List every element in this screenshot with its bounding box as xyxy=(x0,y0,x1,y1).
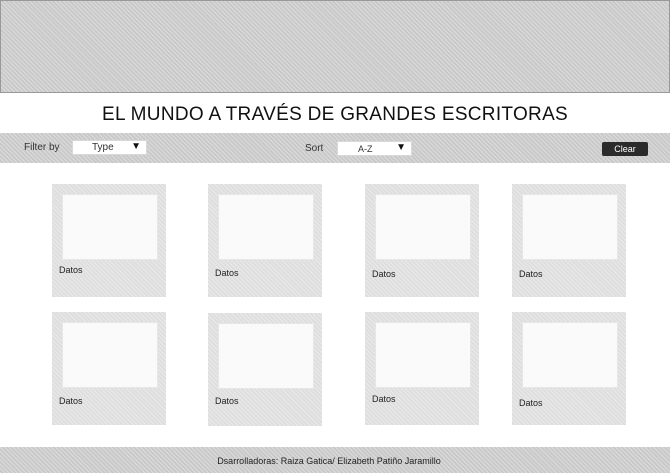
card-image xyxy=(375,322,471,388)
page-title: EL MUNDO A TRAVÉS DE GRANDES ESCRITORAS xyxy=(101,104,569,125)
footer-credits: Dsarrolladoras: Raiza Gatica/ Elizabeth … xyxy=(217,456,441,466)
card-caption: Datos xyxy=(59,396,83,406)
card[interactable]: Datos xyxy=(52,312,166,425)
card-caption: Datos xyxy=(215,396,239,406)
card[interactable]: Datos xyxy=(52,184,166,297)
card[interactable]: Datos xyxy=(208,184,322,297)
card[interactable]: Datos xyxy=(365,184,479,297)
sort-select-value: A-Z xyxy=(358,144,373,154)
card-image xyxy=(375,194,471,260)
header-banner xyxy=(0,0,670,93)
clear-button[interactable]: Clear xyxy=(602,142,648,156)
card-caption: Datos xyxy=(519,398,543,408)
filter-label: Filter by xyxy=(24,142,60,153)
card-image xyxy=(522,194,618,260)
card-caption: Datos xyxy=(372,394,396,404)
card-caption: Datos xyxy=(519,269,543,279)
triangle-down-icon: ▼ xyxy=(396,142,406,153)
filter-toolbar: Filter by Type ▼ Sort A-Z ▼ Clear xyxy=(0,133,670,163)
filter-select-value: Type xyxy=(92,142,114,153)
card-image xyxy=(218,323,314,389)
card-caption: Datos xyxy=(372,269,396,279)
sort-select[interactable]: A-Z ▼ xyxy=(337,141,412,156)
card[interactable]: Datos xyxy=(512,312,626,425)
card[interactable]: Datos xyxy=(365,312,479,425)
card-caption: Datos xyxy=(59,265,83,275)
card[interactable]: Datos xyxy=(512,184,626,297)
card-image xyxy=(218,194,314,260)
card-image xyxy=(62,194,158,260)
card-image xyxy=(62,322,158,388)
sort-label: Sort xyxy=(305,143,324,154)
triangle-down-icon: ▼ xyxy=(131,141,141,152)
card-caption: Datos xyxy=(215,268,239,278)
footer: Dsarrolladoras: Raiza Gatica/ Elizabeth … xyxy=(0,447,670,473)
card[interactable]: Datos xyxy=(208,313,322,426)
card-image xyxy=(522,322,618,388)
filter-type-select[interactable]: Type ▼ xyxy=(72,140,147,155)
